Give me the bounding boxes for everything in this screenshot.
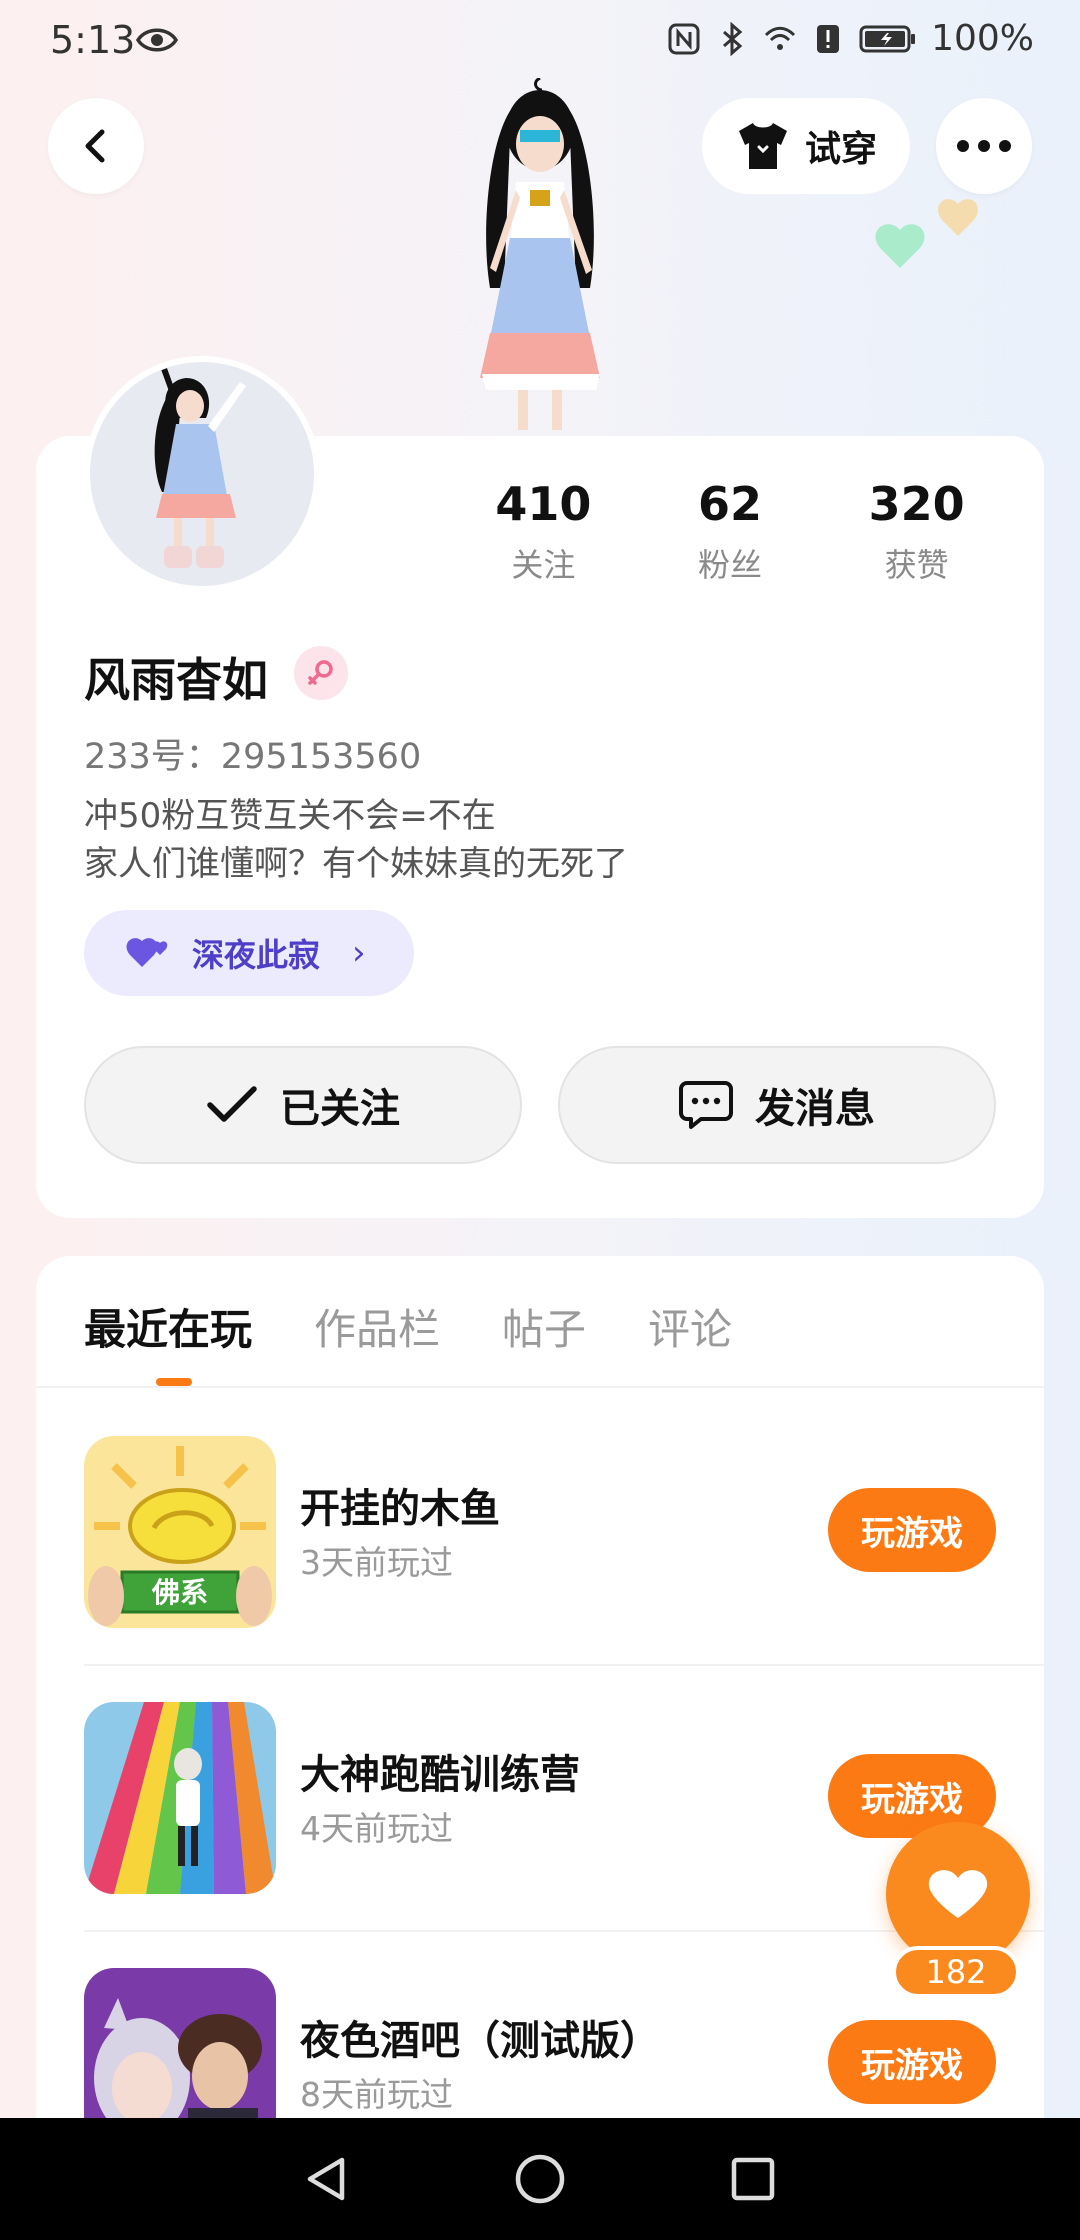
stat-following[interactable]: 410 关注 (450, 476, 637, 586)
purple-hearts-icon (126, 938, 168, 967)
back-arrow-icon (85, 129, 105, 163)
username: 风雨杳如 (84, 653, 268, 707)
status-time: 5:13 (50, 18, 136, 62)
bio-line: 家人们谁懂啊？有个妹妹真的无死了 (84, 844, 628, 884)
send-message-label: 发消息 (755, 1086, 875, 1132)
game-title: 开挂的木鱼 (300, 1486, 500, 1532)
eye-icon (136, 28, 178, 52)
check-icon (207, 1086, 257, 1122)
triangle-back-icon (307, 2157, 344, 2201)
try-on-button[interactable]: 试穿 (702, 98, 910, 194)
square-recents-icon (732, 2157, 775, 2201)
stat-label: 关注 (511, 546, 576, 584)
bio-line: 冲50粉互赞互关不会=不在 (84, 796, 496, 836)
character-illustration (480, 78, 600, 430)
avatar[interactable] (84, 356, 320, 592)
hearts-decoration (875, 199, 978, 268)
game-list-item[interactable]: 佛系 开挂的木鱼 3天前玩过 玩游戏 (84, 1436, 1044, 1702)
nav-recents-button[interactable] (718, 2144, 788, 2214)
battery-icon (859, 25, 916, 52)
send-message-button[interactable]: 发消息 (558, 1046, 996, 1164)
nfc-icon (668, 23, 700, 54)
circle-home-icon (515, 2154, 565, 2204)
alert-icon (817, 24, 840, 53)
status-icons: 100% (667, 18, 1034, 59)
tab-recently-played[interactable]: 最近在玩 (84, 1296, 252, 1357)
account-id: 233号：295153560 (84, 737, 422, 777)
stat-label: 粉丝 (698, 546, 763, 584)
tabs-divider (36, 1386, 1044, 1388)
wifi-icon (765, 26, 796, 50)
status-bar: 5:13 100% (0, 0, 1080, 84)
play-game-button[interactable]: 玩游戏 (828, 2020, 996, 2104)
tab-works[interactable]: 作品栏 (314, 1296, 440, 1357)
stat-value: 320 (868, 477, 965, 531)
heart-icon (928, 1870, 988, 1918)
chevron-right-icon: › (352, 933, 366, 973)
stat-label: 获赞 (884, 546, 949, 584)
battery-percent: 100% (931, 18, 1034, 59)
female-gender-icon (294, 646, 348, 700)
play-game-button[interactable]: 玩游戏 (828, 1488, 996, 1572)
active-tab-indicator (156, 1378, 192, 1386)
tab-comments[interactable]: 评论 (648, 1296, 732, 1357)
row-divider (84, 1664, 1044, 1666)
night-bar-game-icon (84, 1968, 276, 2118)
nav-back-button[interactable] (292, 2144, 362, 2214)
game-title: 大神跑酷训练营 (300, 1752, 580, 1798)
game-title: 夜色酒吧（测试版） (300, 2018, 660, 2064)
system-nav-bar (0, 2118, 1080, 2240)
nav-home-button[interactable] (505, 2144, 575, 2214)
profile-tabs: 最近在玩 作品栏 帖子 评论 (84, 1296, 732, 1357)
profile-stats: 410 关注 62 粉丝 320 获赞 (450, 476, 1010, 586)
tshirt-icon (738, 123, 787, 169)
stat-likes[interactable]: 320 获赞 (823, 476, 1010, 586)
bluetooth-icon (723, 21, 743, 56)
wooden-fish-game-icon: 佛系 (84, 1436, 276, 1628)
stat-value: 410 (495, 477, 592, 531)
chat-bubble-icon (679, 1081, 733, 1129)
more-dots-icon (957, 140, 1011, 152)
relationship-tag[interactable]: 深夜此寂 › (84, 910, 414, 996)
bio: 冲50粉互赞互关不会=不在 家人们谁懂啊？有个妹妹真的无死了 (84, 792, 628, 888)
try-on-label: 试穿 (804, 129, 877, 170)
followed-button[interactable]: 已关注 (84, 1046, 522, 1164)
icon-text: 佛系 (151, 1576, 208, 1609)
like-count-badge: 182 (892, 1946, 1020, 1998)
like-button[interactable] (886, 1822, 1030, 1966)
followed-label: 已关注 (280, 1086, 400, 1132)
stat-followers[interactable]: 62 粉丝 (637, 476, 824, 586)
tag-label: 深夜此寂 (192, 936, 321, 974)
parkour-game-icon (84, 1702, 276, 1894)
last-played-time: 3天前玩过 (300, 1543, 453, 1582)
last-played-time: 4天前玩过 (300, 1809, 453, 1848)
back-button[interactable] (48, 98, 144, 194)
stat-value: 62 (698, 477, 763, 531)
avatar-character-image (154, 368, 246, 568)
tab-posts[interactable]: 帖子 (502, 1296, 586, 1357)
last-played-time: 8天前玩过 (300, 2075, 453, 2114)
more-button[interactable] (936, 98, 1032, 194)
